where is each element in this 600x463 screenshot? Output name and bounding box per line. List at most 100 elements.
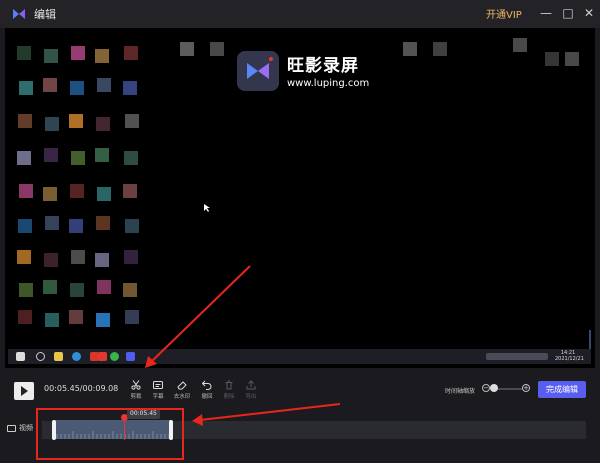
blurred-desktop-icon — [43, 78, 57, 92]
blurred-desktop-icon — [433, 42, 447, 56]
blurred-desktop-icon — [69, 219, 83, 233]
blurred-desktop-icon — [45, 117, 59, 131]
editor-window: 编辑 开通VIP — □ ✕ 旺影录屏 www.luping.com 14:21… — [0, 0, 600, 463]
blurred-desktop-icon — [69, 114, 83, 128]
finish-editing-button[interactable]: 完成编辑 — [538, 381, 586, 398]
blurred-desktop-icon — [44, 148, 58, 162]
clock-date: 2021/12/21 — [555, 356, 584, 362]
trim-label: 剪裁 — [130, 394, 142, 400]
blurred-desktop-icon — [17, 151, 31, 165]
undo-tool[interactable]: 撤回 — [195, 380, 219, 404]
system-tray — [486, 353, 548, 360]
blurred-desktop-icon — [71, 151, 85, 165]
export-icon — [246, 380, 256, 390]
subtitle-label: 字幕 — [152, 394, 164, 400]
blurred-desktop-icon — [18, 310, 32, 324]
search-icon — [36, 352, 45, 361]
recorder-app-icon — [126, 352, 135, 361]
folder-icon — [54, 352, 63, 361]
blurred-desktop-icon — [95, 148, 109, 162]
blurred-desktop-icon — [69, 310, 83, 324]
blurred-desktop-icon — [71, 46, 85, 60]
export-label: 导出 — [245, 394, 257, 400]
blurred-desktop-icon — [96, 216, 110, 230]
eraser-icon — [177, 381, 187, 390]
blurred-desktop-icon — [43, 280, 57, 294]
blurred-desktop-icon — [96, 313, 110, 327]
brand-url: www.luping.com — [287, 78, 370, 89]
blurred-desktop-icon — [125, 114, 139, 128]
blurred-desktop-icon — [17, 250, 31, 264]
editor-toolbar: 00:05.45/00:09.08 剪裁 字幕 去水印 撤回 删除 导出 时间轴… — [0, 376, 600, 404]
blurred-desktop-icon — [43, 187, 57, 201]
mouse-cursor-icon — [204, 204, 210, 212]
blurred-desktop-icon — [45, 313, 59, 327]
brand-name: 旺影录屏 — [287, 56, 359, 76]
delete-tool[interactable]: 删除 — [217, 380, 241, 404]
maximize-button[interactable]: □ — [559, 4, 577, 22]
blurred-desktop-icon — [123, 81, 137, 95]
close-button[interactable]: ✕ — [580, 4, 598, 22]
video-track-label: 视频 — [19, 424, 33, 432]
blurred-desktop-icon — [17, 46, 31, 60]
zoom-in-button[interactable]: + — [522, 384, 530, 392]
play-button[interactable] — [14, 382, 34, 400]
blurred-desktop-icon — [210, 42, 224, 56]
video-preview[interactable]: 旺影录屏 www.luping.com 14:21 2021/12/21 — [5, 28, 595, 368]
timeline-zoom-label: 时间轴缩放 — [445, 388, 476, 395]
app-logo-icon — [13, 9, 25, 19]
blurred-desktop-icon — [70, 184, 84, 198]
title-bar: 编辑 开通VIP — □ ✕ — [0, 0, 600, 28]
blurred-desktop-icon — [44, 253, 58, 267]
blurred-desktop-icon — [513, 38, 527, 52]
blurred-desktop-icon — [124, 151, 138, 165]
wps-icon — [98, 352, 107, 361]
vip-link[interactable]: 开通VIP — [486, 6, 522, 21]
desktop-taskbar: 14:21 2021/12/21 — [8, 349, 591, 364]
blurred-desktop-icon — [95, 49, 109, 63]
blurred-desktop-icon — [97, 280, 111, 294]
blurred-desktop-icon — [19, 81, 33, 95]
blurred-desktop-icon — [180, 42, 194, 56]
blurred-desktop-icon — [70, 283, 84, 297]
remove-watermark-tool[interactable]: 去水印 — [170, 380, 194, 404]
time-display: 00:05.45/00:09.08 — [44, 384, 119, 393]
video-track-icon — [7, 425, 16, 432]
blurred-desktop-icon — [124, 250, 138, 264]
delete-label: 删除 — [223, 394, 235, 400]
blurred-desktop-icon — [18, 114, 32, 128]
browser-icon — [72, 352, 81, 361]
blurred-desktop-icon — [403, 42, 417, 56]
blurred-desktop-icon — [123, 283, 137, 297]
blurred-desktop-icon — [70, 81, 84, 95]
blurred-desktop-icon — [18, 219, 32, 233]
blurred-desktop-icon — [95, 253, 109, 267]
scissors-icon — [131, 380, 141, 390]
blurred-desktop-icon — [123, 184, 137, 198]
windows-start-icon — [16, 352, 25, 361]
blurred-desktop-icon — [96, 117, 110, 131]
remove-watermark-label: 去水印 — [173, 394, 191, 400]
trim-tool[interactable]: 剪裁 — [124, 380, 148, 404]
minimize-button[interactable]: — — [537, 4, 555, 22]
blurred-desktop-icon — [125, 310, 139, 324]
undo-icon — [202, 380, 212, 390]
wechat-icon — [110, 352, 119, 361]
blurred-desktop-icon — [124, 46, 138, 60]
brand-logo-icon — [237, 51, 279, 91]
window-title: 编辑 — [34, 8, 56, 21]
subtitle-icon — [153, 381, 163, 389]
zoom-out-button[interactable]: − — [482, 384, 490, 392]
blurred-desktop-icon — [71, 250, 85, 264]
blurred-desktop-icon — [44, 49, 58, 63]
subtitle-tool[interactable]: 字幕 — [146, 380, 170, 404]
blurred-desktop-icon — [97, 78, 111, 92]
export-tool[interactable]: 导出 — [239, 380, 263, 404]
blurred-desktop-icon — [97, 187, 111, 201]
blurred-desktop-icon — [19, 283, 33, 297]
annotation-highlight-box — [36, 408, 184, 460]
blurred-desktop-icon — [545, 52, 559, 66]
taskbar-clock: 14:21 2021/12/21 — [555, 350, 584, 362]
blurred-desktop-icon — [125, 219, 139, 233]
zoom-slider-knob[interactable] — [490, 384, 498, 392]
